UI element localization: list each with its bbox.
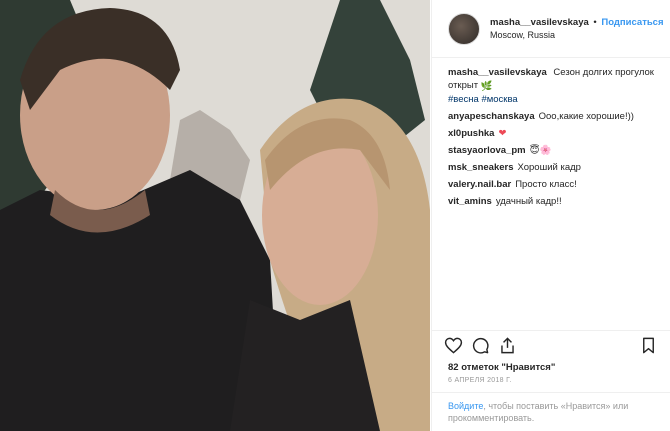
comment-username[interactable]: vit_amins — [448, 196, 492, 207]
caption: masha__vasilevskaya Сезон долгих прогуло… — [448, 66, 654, 106]
comment-text: удачный кадр!! — [495, 196, 562, 207]
login-link[interactable]: Войдите — [448, 401, 483, 411]
comment-text: Просто класс! — [515, 179, 577, 190]
comments-list: masha__vasilevskaya Сезон долгих прогуло… — [432, 58, 670, 208]
list-item: msk_sneakers Хороший кадр — [448, 161, 654, 174]
list-item: stasyaorlova_pm 😇🌸 — [448, 144, 654, 157]
post-username[interactable]: masha__vasilevskaya — [490, 17, 589, 28]
list-item: anyapeschanskaya Ооо,какие хорошие!)) — [448, 110, 654, 123]
list-item: vit_amins удачный кадр!! — [448, 195, 654, 208]
comment-username[interactable]: msk_sneakers — [448, 162, 514, 173]
heart-icon[interactable] — [444, 336, 463, 355]
hashtag-moscow[interactable]: #москва — [481, 94, 517, 105]
avatar[interactable] — [448, 12, 480, 45]
comment-text: 😇🌸 — [529, 145, 552, 156]
leaf-emoji: 🌿 — [480, 81, 493, 92]
separator-dot: • — [593, 16, 597, 28]
hashtag-spring[interactable]: #весна — [448, 94, 479, 105]
likes-count[interactable]: 82 отметок "Нравится" — [448, 362, 555, 373]
heart-emoji: ❤ — [498, 128, 507, 139]
comment-username[interactable]: anyapeschanskaya — [448, 111, 535, 122]
share-icon[interactable] — [498, 336, 517, 355]
comment-text: Хороший кадр — [517, 162, 581, 173]
comment-username[interactable]: stasyaorlova_pm — [448, 145, 526, 156]
login-prompt: Войдите, чтобы поставить «Нравится» или … — [432, 392, 670, 431]
selfie-image — [0, 0, 430, 431]
post-location[interactable]: Moscow, Russia — [490, 29, 664, 42]
comment-icon[interactable] — [471, 336, 490, 355]
comment-text: Ооо,какие хорошие!)) — [538, 111, 634, 122]
caption-username[interactable]: masha__vasilevskaya — [448, 67, 547, 78]
list-item: valery.nail.bar Просто класс! — [448, 178, 654, 191]
list-item: xl0pushka ❤ — [448, 127, 654, 140]
action-bar — [432, 330, 670, 359]
bookmark-icon[interactable] — [639, 336, 658, 355]
post-side-panel: masha__vasilevskaya • Подписаться Moscow… — [431, 0, 670, 431]
post-header: masha__vasilevskaya • Подписаться Moscow… — [432, 0, 670, 58]
post-date: 6 АПРЕЛЯ 2018 Г. — [448, 377, 512, 384]
follow-button[interactable]: Подписаться — [601, 17, 663, 28]
comment-username[interactable]: xl0pushka — [448, 128, 494, 139]
post-photo[interactable] — [0, 0, 430, 431]
comment-username[interactable]: valery.nail.bar — [448, 179, 511, 190]
